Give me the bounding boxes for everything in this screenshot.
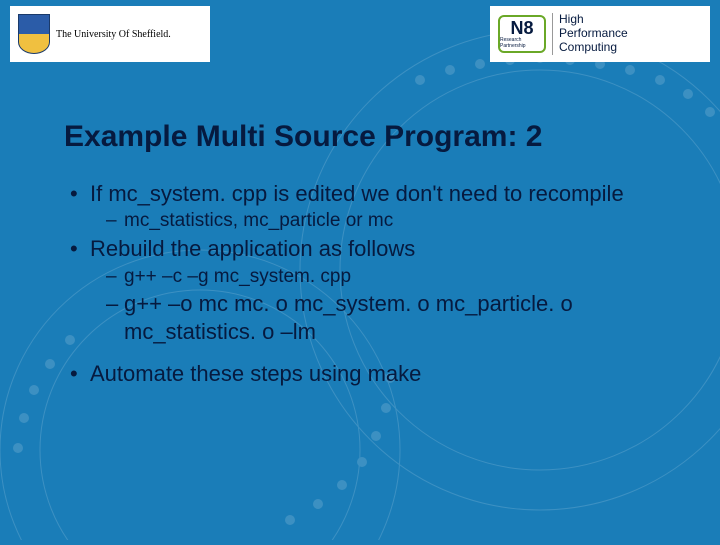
bullet-1: • If mc_system. cpp is edited we don't n… <box>64 180 670 208</box>
bullet-2-sub-1: – g++ –c –g mc_system. cpp <box>64 265 670 289</box>
n8-hpc-logo: N8 Research Partnership High Performance… <box>490 6 710 62</box>
divider <box>552 13 553 55</box>
bullet-2: • Rebuild the application as follows <box>64 235 670 263</box>
slide-content: Example Multi Source Program: 2 • If mc_… <box>0 62 720 388</box>
university-of-sheffield-logo: The University Of Sheffield. <box>10 6 210 62</box>
university-name: The University Of Sheffield. <box>56 29 171 40</box>
slide-title: Example Multi Source Program: 2 <box>64 120 670 154</box>
bullet-3: • Automate these steps using make <box>64 360 670 388</box>
shield-icon <box>18 14 50 54</box>
bullet-2-sub-2: – g++ –o mc mc. o mc_system. o mc_partic… <box>64 290 670 346</box>
bullet-list: • If mc_system. cpp is edited we don't n… <box>64 180 670 388</box>
header: The University Of Sheffield. N8 Research… <box>0 0 720 62</box>
bullet-1-sub-1: – mc_statistics, mc_particle or mc <box>64 209 670 233</box>
n8-badge-icon: N8 Research Partnership <box>498 15 546 53</box>
hpc-label: High Performance Computing <box>559 13 628 54</box>
